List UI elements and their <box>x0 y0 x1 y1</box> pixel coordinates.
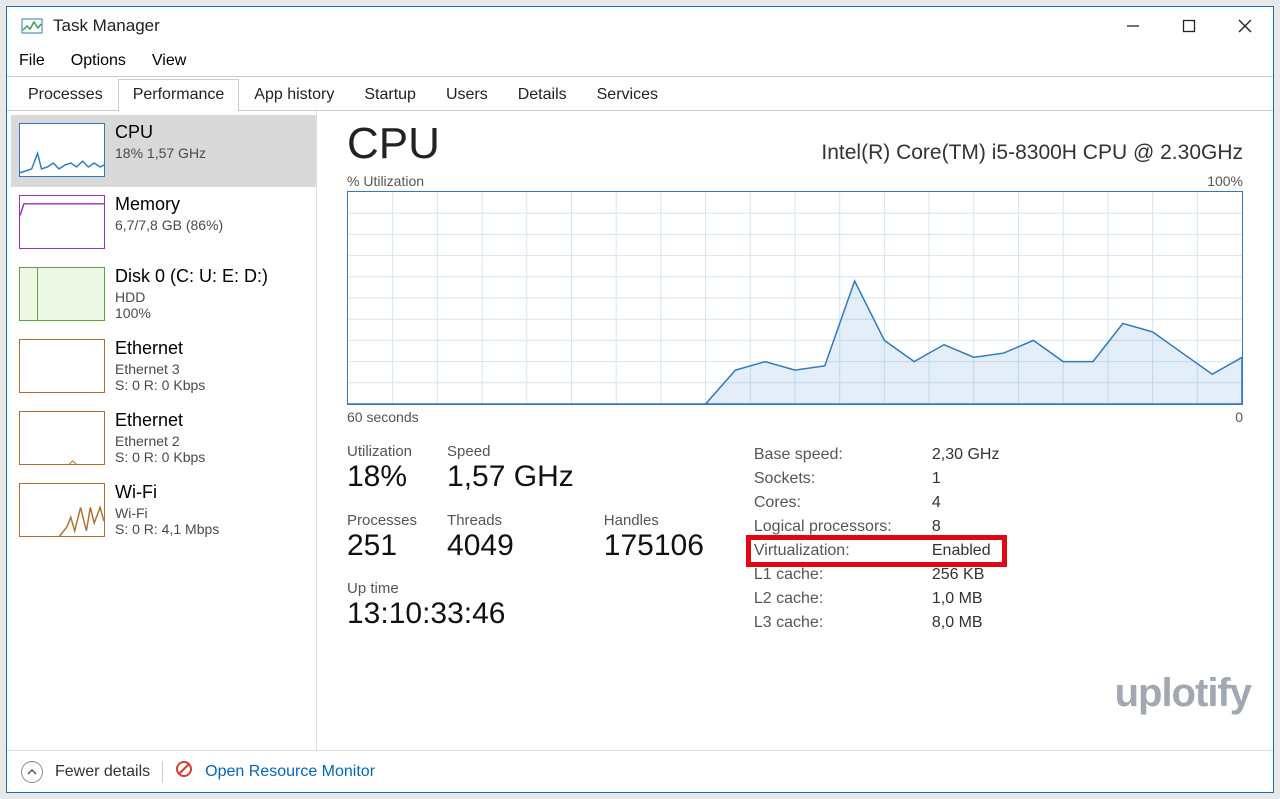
sidebar-item-sub: Ethernet 3 <box>115 361 205 377</box>
detail-key: L2 cache: <box>754 587 932 611</box>
sidebar-item-label: Disk 0 (C: U: E: D:) <box>115 267 268 287</box>
detail-key: L1 cache: <box>754 563 932 587</box>
sidebar-item-sub2: S: 0 R: 0 Kbps <box>115 377 205 393</box>
sidebar-item-wifi[interactable]: Wi-Fi Wi-Fi S: 0 R: 4,1 Mbps <box>11 475 316 547</box>
maximize-button[interactable] <box>1161 7 1217 45</box>
sidebar-item-ethernet-1[interactable]: Ethernet Ethernet 3 S: 0 R: 0 Kbps <box>11 331 316 403</box>
menubar: File Options View <box>7 45 1273 77</box>
stat-label: Speed <box>447 443 574 460</box>
sidebar-item-disk[interactable]: Disk 0 (C: U: E: D:) HDD 100% <box>11 259 316 331</box>
cpu-detail-table: Base speed:2,30 GHz Sockets:1 Cores:4 Lo… <box>754 443 1000 635</box>
sidebar-item-sub: HDD <box>115 289 268 305</box>
detail-key: L3 cache: <box>754 611 932 635</box>
detail-value: 1 <box>932 467 1000 491</box>
performance-sidebar[interactable]: CPU 18% 1,57 GHz Memory 6,7/7,8 GB (86%) <box>7 111 317 750</box>
task-manager-icon <box>21 15 43 37</box>
detail-key: Sockets: <box>754 467 932 491</box>
detail-value: 2,30 GHz <box>932 443 1000 467</box>
watermark: uplotify <box>1115 671 1251 716</box>
stat-value: 4049 <box>447 529 574 563</box>
sidebar-item-label: Memory <box>115 195 223 215</box>
tab-details[interactable]: Details <box>503 79 582 111</box>
sidebar-item-memory[interactable]: Memory 6,7/7,8 GB (86%) <box>11 187 316 259</box>
sidebar-item-label: Ethernet <box>115 339 205 359</box>
sidebar-item-label: CPU <box>115 123 206 143</box>
memory-thumb-icon <box>19 195 105 249</box>
stat-value: 251 <box>347 529 417 563</box>
detail-value: 256 KB <box>932 563 1000 587</box>
sidebar-item-sub: 18% 1,57 GHz <box>115 145 206 161</box>
stat-label: Processes <box>347 512 417 529</box>
footer: Fewer details Open Resource Monitor <box>7 750 1273 792</box>
page-title: CPU <box>347 119 440 169</box>
ethernet-thumb-icon <box>19 339 105 393</box>
stat-value: 175106 <box>604 529 704 563</box>
chart-x-left: 60 seconds <box>347 409 419 425</box>
chart-x-right: 0 <box>1235 409 1243 425</box>
stat-label: Up time <box>347 580 704 597</box>
chart-y-max: 100% <box>1207 173 1243 189</box>
resource-monitor-icon <box>175 760 193 783</box>
sidebar-item-label: Ethernet <box>115 411 205 431</box>
sidebar-item-sub2: S: 0 R: 0 Kbps <box>115 449 205 465</box>
minimize-button[interactable] <box>1105 7 1161 45</box>
close-button[interactable] <box>1217 7 1273 45</box>
divider <box>162 761 163 783</box>
tab-services[interactable]: Services <box>582 79 673 111</box>
stat-label: Threads <box>447 512 574 529</box>
fewer-details-toggle[interactable] <box>21 761 43 783</box>
window-title: Task Manager <box>53 16 160 36</box>
chart-y-label: % Utilization <box>347 173 424 189</box>
tab-startup[interactable]: Startup <box>349 79 431 111</box>
cpu-utilization-chart[interactable] <box>347 191 1243 405</box>
tab-processes[interactable]: Processes <box>13 79 118 111</box>
stat-label: Utilization <box>347 443 417 460</box>
ethernet-thumb-icon <box>19 411 105 465</box>
stat-value: 13:10:33:46 <box>347 597 704 631</box>
sidebar-item-sub: Wi-Fi <box>115 505 219 521</box>
sidebar-item-cpu[interactable]: CPU 18% 1,57 GHz <box>11 115 316 187</box>
disk-thumb-icon <box>19 267 105 321</box>
wifi-thumb-icon <box>19 483 105 537</box>
stat-value: 1,57 GHz <box>447 460 574 494</box>
open-resource-monitor-link[interactable]: Open Resource Monitor <box>205 763 375 781</box>
cpu-model-name: Intel(R) Core(TM) i5-8300H CPU @ 2.30GHz <box>821 141 1243 165</box>
stat-value: 18% <box>347 460 417 494</box>
stat-label: Handles <box>604 512 704 529</box>
sidebar-item-sub: Ethernet 2 <box>115 433 205 449</box>
menu-view[interactable]: View <box>152 52 186 70</box>
tab-performance[interactable]: Performance <box>118 79 240 111</box>
detail-value: 8 <box>932 515 1000 539</box>
tab-users[interactable]: Users <box>431 79 503 111</box>
detail-value: 8,0 MB <box>932 611 1000 635</box>
menu-file[interactable]: File <box>19 52 45 70</box>
sidebar-item-label: Wi-Fi <box>115 483 219 503</box>
detail-value: Enabled <box>932 539 1000 563</box>
fewer-details-label[interactable]: Fewer details <box>55 763 150 781</box>
sidebar-item-ethernet-2[interactable]: Ethernet Ethernet 2 S: 0 R: 0 Kbps <box>11 403 316 475</box>
chevron-up-icon <box>27 767 37 777</box>
sidebar-item-sub: 6,7/7,8 GB (86%) <box>115 217 223 233</box>
detail-key: Cores: <box>754 491 932 515</box>
cpu-thumb-icon <box>19 123 105 177</box>
titlebar: Task Manager <box>7 7 1273 45</box>
tabbar: Processes Performance App history Startu… <box>7 77 1273 111</box>
menu-options[interactable]: Options <box>71 52 126 70</box>
cpu-details-pane: CPU Intel(R) Core(TM) i5-8300H CPU @ 2.3… <box>317 111 1273 750</box>
tab-app-history[interactable]: App history <box>239 79 349 111</box>
task-manager-window: Task Manager File Options View Processes… <box>6 6 1274 793</box>
detail-key: Base speed: <box>754 443 932 467</box>
detail-key: Logical processors: <box>754 515 932 539</box>
detail-value: 1,0 MB <box>932 587 1000 611</box>
sidebar-item-sub2: 100% <box>115 305 268 321</box>
sidebar-item-sub2: S: 0 R: 4,1 Mbps <box>115 521 219 537</box>
detail-key: Virtualization: <box>754 539 932 563</box>
detail-value: 4 <box>932 491 1000 515</box>
